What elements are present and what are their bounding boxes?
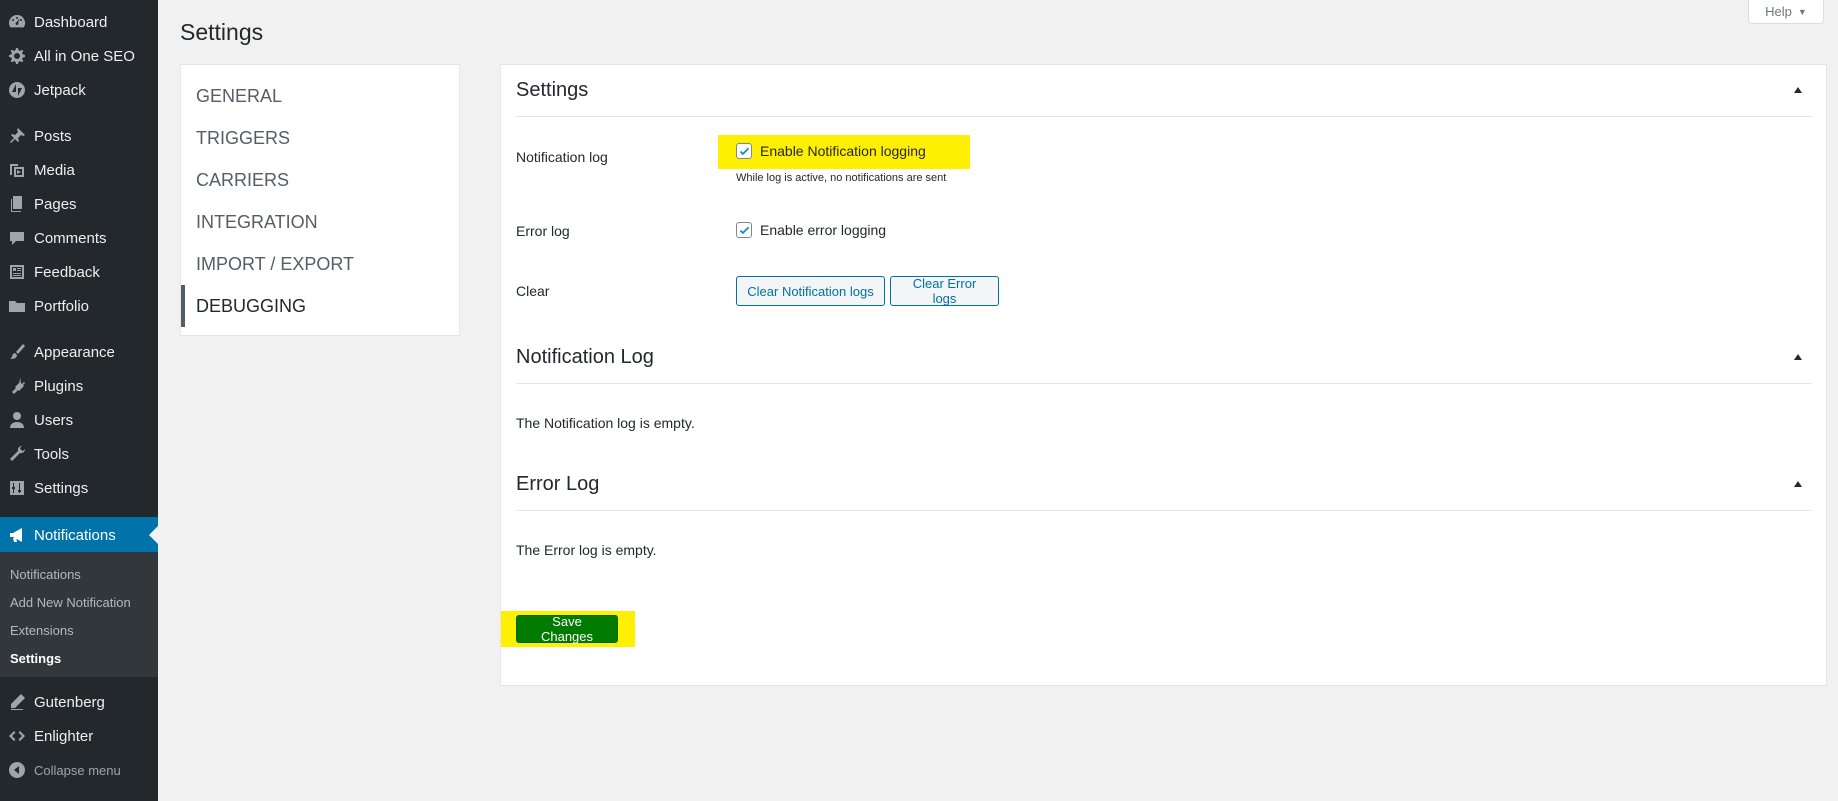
sidebar-item-posts[interactable]: Posts bbox=[0, 119, 158, 153]
tab-carriers[interactable]: CARRIERS bbox=[181, 159, 459, 201]
error-log-section-header: Error Log bbox=[516, 459, 1812, 511]
sidebar-item-label: Plugins bbox=[34, 377, 84, 395]
code-icon bbox=[0, 726, 34, 746]
help-label: Help bbox=[1765, 4, 1792, 19]
pin-icon bbox=[0, 126, 34, 146]
sidebar-item-jetpack[interactable]: Jetpack bbox=[0, 73, 158, 107]
sidebar-item-settings[interactable]: Settings bbox=[0, 471, 158, 505]
sidebar-item-label: Appearance bbox=[34, 343, 115, 361]
sidebar-item-dashboard[interactable]: Dashboard bbox=[0, 5, 158, 39]
sidebar-item-label: Media bbox=[34, 161, 75, 179]
tab-import-export[interactable]: IMPORT / EXPORT bbox=[181, 243, 459, 285]
section-title: Notification Log bbox=[516, 346, 654, 368]
sidebar-item-media[interactable]: Media bbox=[0, 153, 158, 187]
sidebar-item-portfolio[interactable]: Portfolio bbox=[0, 289, 158, 323]
submenu-item-notifications[interactable]: Notifications bbox=[10, 567, 81, 582]
sidebar-item-appearance[interactable]: Appearance bbox=[0, 335, 158, 369]
admin-sidebar: Dashboard All in One SEO Jetpack Posts M… bbox=[0, 0, 158, 801]
save-changes-button[interactable]: Save Changes bbox=[516, 614, 618, 644]
sidebar-item-users[interactable]: Users bbox=[0, 403, 158, 437]
submenu-item-extensions[interactable]: Extensions bbox=[10, 623, 74, 638]
clear-label: Clear bbox=[516, 283, 550, 299]
sidebar-item-label: Dashboard bbox=[34, 13, 108, 31]
sidebar-item-pages[interactable]: Pages bbox=[0, 187, 158, 221]
sidebar-item-label: Posts bbox=[34, 127, 72, 145]
sidebar-item-gutenberg[interactable]: Gutenberg bbox=[0, 685, 158, 719]
sidebar-item-label: Enlighter bbox=[34, 727, 94, 745]
pages-icon bbox=[0, 194, 34, 214]
page-title: Settings bbox=[180, 19, 264, 45]
pen-icon bbox=[0, 692, 34, 712]
submenu-item-add-new-notification[interactable]: Add New Notification bbox=[10, 595, 131, 610]
user-icon bbox=[0, 410, 34, 430]
clear-error-logs-button[interactable]: Clear Error logs bbox=[890, 276, 999, 306]
settings-panel: Settings Notification log Enable Notific… bbox=[500, 64, 1827, 686]
sidebar-item-label: Feedback bbox=[34, 263, 100, 281]
feedback-icon bbox=[0, 262, 34, 282]
gear-icon bbox=[0, 46, 34, 66]
sidebar-item-label: Users bbox=[34, 411, 74, 429]
section-title: Settings bbox=[516, 79, 589, 101]
sidebar-item-label: All in One SEO bbox=[34, 47, 135, 65]
error-logging-checkbox[interactable]: Enable error logging bbox=[736, 222, 886, 238]
sidebar-item-label: Portfolio bbox=[34, 297, 90, 315]
collapse-toggle-icon[interactable] bbox=[1794, 354, 1802, 360]
sidebar-item-label: Notifications bbox=[34, 526, 116, 544]
sidebar-item-label: Jetpack bbox=[34, 81, 86, 99]
paintbrush-icon bbox=[0, 342, 34, 362]
checkbox-checked-icon bbox=[736, 222, 752, 238]
collapse-toggle-icon[interactable] bbox=[1794, 87, 1802, 93]
tab-triggers[interactable]: TRIGGERS bbox=[181, 117, 459, 159]
notification-logging-checkbox[interactable]: Enable Notification logging bbox=[736, 143, 926, 159]
plug-icon bbox=[0, 376, 34, 396]
submenu-item-settings[interactable]: Settings bbox=[10, 651, 61, 666]
checkbox-checked-icon bbox=[736, 143, 752, 159]
folder-icon bbox=[0, 296, 34, 316]
sidebar-item-enlighter[interactable]: Enlighter bbox=[0, 719, 158, 753]
sidebar-item-plugins[interactable]: Plugins bbox=[0, 369, 158, 403]
error-log-label: Error log bbox=[516, 223, 570, 239]
sidebar-item-feedback[interactable]: Feedback bbox=[0, 255, 158, 289]
sidebar-item-notifications[interactable]: Notifications bbox=[0, 517, 158, 553]
collapse-arrow-icon bbox=[0, 760, 34, 780]
sidebar-item-label: Tools bbox=[34, 445, 70, 463]
megaphone-icon bbox=[0, 525, 34, 545]
checkbox-label: Enable Notification logging bbox=[760, 143, 926, 159]
tab-integration[interactable]: INTEGRATION bbox=[181, 201, 459, 243]
notification-log-section-header: Notification Log bbox=[516, 332, 1812, 384]
collapse-menu-label: Collapse menu bbox=[34, 762, 121, 778]
tab-debugging[interactable]: DEBUGGING bbox=[181, 285, 459, 327]
comment-icon bbox=[0, 228, 34, 248]
sidebar-item-label: Comments bbox=[34, 229, 107, 247]
settings-tabs: GENERAL TRIGGERS CARRIERS INTEGRATION IM… bbox=[180, 64, 460, 336]
help-tab-button[interactable]: Help ▼ bbox=[1748, 0, 1824, 24]
media-icon bbox=[0, 160, 34, 180]
settings-sliders-icon bbox=[0, 478, 34, 498]
checkbox-label: Enable error logging bbox=[760, 222, 887, 238]
settings-section-header: Settings bbox=[516, 65, 1812, 117]
sidebar-item-label: Pages bbox=[34, 195, 77, 213]
sidebar-item-label: Settings bbox=[34, 479, 89, 497]
jetpack-icon bbox=[0, 80, 34, 100]
dashboard-icon bbox=[0, 12, 34, 32]
notification-log-empty-text: The Notification log is empty. bbox=[516, 415, 695, 431]
collapse-menu-button[interactable]: Collapse menu bbox=[0, 753, 158, 787]
sidebar-item-tools[interactable]: Tools bbox=[0, 437, 158, 471]
current-menu-arrow bbox=[149, 526, 158, 544]
sidebar-item-all-in-one-seo[interactable]: All in One SEO bbox=[0, 39, 158, 73]
collapse-toggle-icon[interactable] bbox=[1794, 481, 1802, 487]
chevron-down-icon: ▼ bbox=[1797, 6, 1807, 17]
sidebar-item-comments[interactable]: Comments bbox=[0, 221, 158, 255]
notification-log-description: While log is active, no notifications ar… bbox=[736, 172, 947, 184]
sidebar-item-label: Gutenberg bbox=[34, 693, 105, 711]
tab-general[interactable]: GENERAL bbox=[181, 75, 459, 117]
wrench-icon bbox=[0, 444, 34, 464]
error-log-empty-text: The Error log is empty. bbox=[516, 542, 657, 558]
notifications-submenu: Notifications Add New Notification Exten… bbox=[0, 552, 158, 677]
clear-notification-logs-button[interactable]: Clear Notification logs bbox=[736, 276, 885, 306]
section-title: Error Log bbox=[516, 473, 600, 495]
notification-log-label: Notification log bbox=[516, 149, 608, 165]
